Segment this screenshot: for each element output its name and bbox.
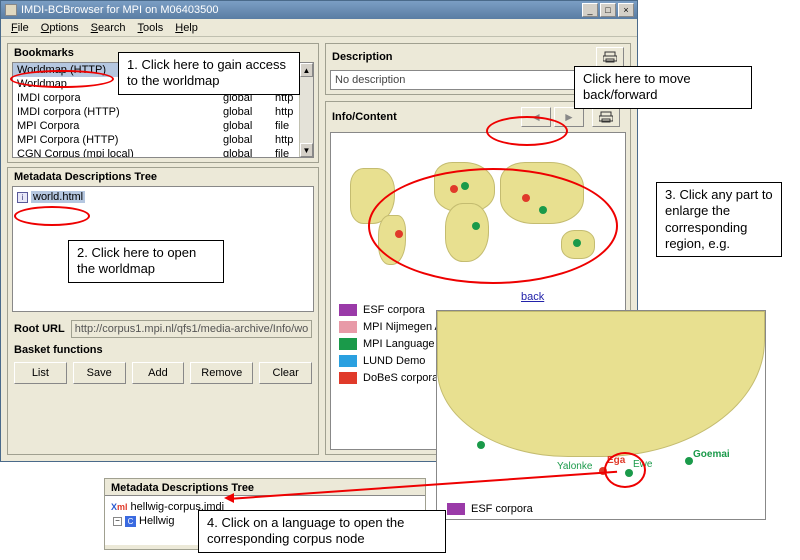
menubar: File Options Search Tools Help	[1, 19, 637, 37]
basket-title: Basket functions	[8, 342, 318, 356]
window-title: IMDI-BCBrowser for MPI on M06403500	[21, 4, 218, 16]
menu-help[interactable]: Help	[169, 20, 204, 36]
description-title: Description	[326, 48, 590, 66]
callout-3: 3. Click any part to enlarge the corresp…	[656, 182, 782, 257]
scroll-up-icon[interactable]: ▲	[300, 63, 313, 77]
printer-icon	[599, 111, 613, 123]
menu-search[interactable]: Search	[85, 20, 132, 36]
remove-button[interactable]: Remove	[190, 362, 253, 384]
corpus-icon: C	[125, 516, 136, 527]
print-button-2[interactable]	[592, 107, 620, 127]
map-label-goemai[interactable]: Goemai	[693, 449, 730, 460]
bookmark-row[interactable]: MPI Corpora (HTTP) global http	[13, 133, 313, 147]
menu-options[interactable]: Options	[35, 20, 85, 36]
chevron-right-icon: ►	[563, 110, 575, 124]
annotation-ellipse	[604, 452, 646, 488]
root-url-input[interactable]	[71, 320, 312, 338]
map-label-yalonke[interactable]: Yalonke	[557, 461, 592, 472]
region-legend-item: ESF corpora	[447, 503, 533, 515]
callout-2: 2. Click here to open the worldmap	[68, 240, 224, 283]
tree-node-label: world.html	[31, 191, 85, 203]
arrowhead-icon	[224, 493, 234, 503]
titlebar[interactable]: IMDI-BCBrowser for MPI on M06403500 _ □ …	[1, 1, 637, 19]
tree-node-world[interactable]: i world.html	[17, 191, 309, 203]
annotation-ellipse	[10, 70, 114, 88]
minimize-button[interactable]: _	[582, 3, 598, 17]
add-button[interactable]: Add	[132, 362, 185, 384]
xml-icon: Xml	[111, 502, 128, 512]
printer-icon	[603, 51, 617, 63]
close-button[interactable]: ×	[618, 3, 634, 17]
root-url-label: Root URL	[14, 323, 65, 335]
callout-4: 4. Click on a language to open the corre…	[198, 510, 446, 553]
bookmark-row[interactable]: CGN Corpus (mpi local) global file	[13, 147, 313, 158]
callout-1: 1. Click here to gain access to the worl…	[118, 52, 300, 95]
maximize-button[interactable]: □	[600, 3, 616, 17]
metadata-tree-title: Metadata Descriptions Tree	[8, 168, 318, 186]
annotation-ellipse	[486, 116, 568, 146]
expand-icon[interactable]: −	[113, 517, 122, 526]
menu-tools[interactable]: Tools	[132, 20, 170, 36]
region-map[interactable]: Yalonke Ega Ewe Goemai ESF corpora	[436, 310, 766, 520]
scrollbar[interactable]: ▲ ▼	[299, 63, 313, 157]
back-link[interactable]: back	[521, 291, 544, 303]
callout-back: Click here to move back/forward	[574, 66, 752, 109]
bookmark-row[interactable]: MPI Corpora global file	[13, 119, 313, 133]
scroll-down-icon[interactable]: ▼	[300, 143, 313, 157]
save-button[interactable]: Save	[73, 362, 126, 384]
clear-button[interactable]: Clear	[259, 362, 312, 384]
menu-file[interactable]: File	[5, 20, 35, 36]
app-icon	[5, 4, 17, 16]
info-icon: i	[17, 192, 28, 203]
annotation-ellipse	[368, 168, 618, 284]
bookmark-row[interactable]: IMDI corpora (HTTP) global http	[13, 105, 313, 119]
annotation-ellipse	[14, 206, 90, 226]
list-button[interactable]: List	[14, 362, 67, 384]
print-button[interactable]	[596, 47, 624, 67]
